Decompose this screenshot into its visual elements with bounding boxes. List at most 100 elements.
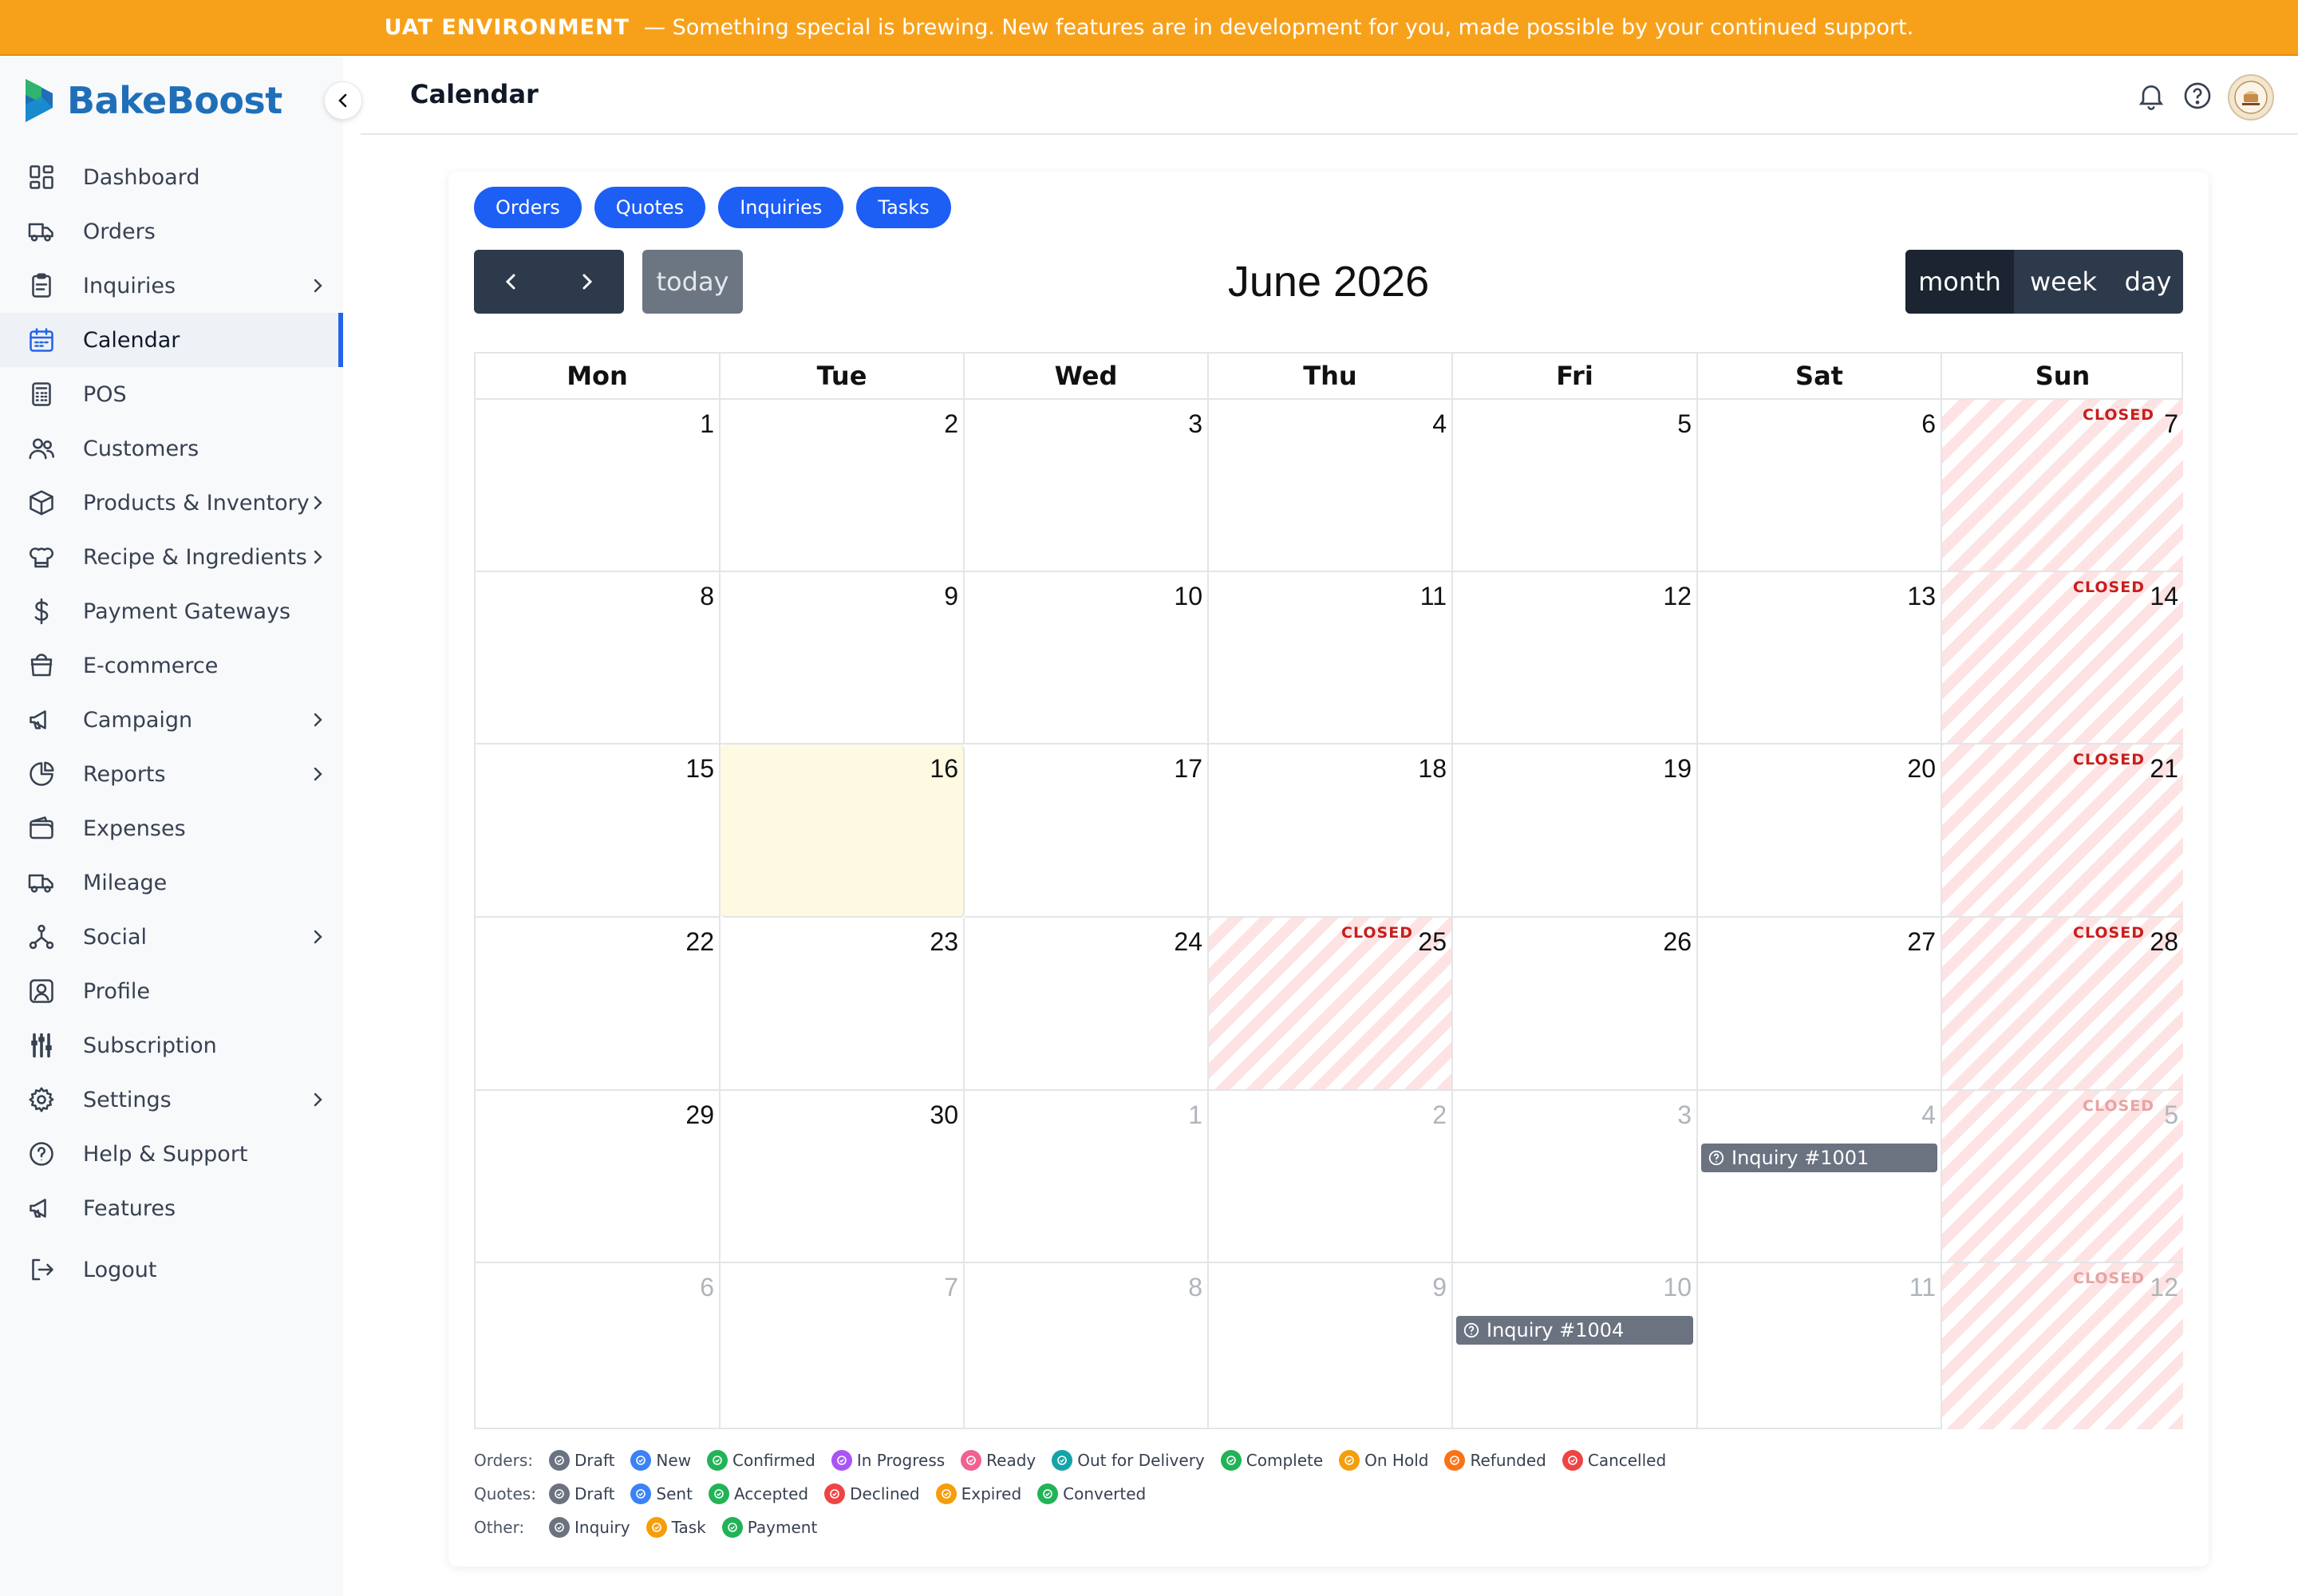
filter-chip-tasks[interactable]: Tasks xyxy=(856,187,951,228)
day-number[interactable]: 12 xyxy=(2150,1273,2178,1302)
day-cell[interactable]: 30 xyxy=(721,1091,965,1263)
day-cell[interactable]: 4 Inquiry #1001 xyxy=(1698,1091,1942,1263)
day-number[interactable]: 16 xyxy=(930,754,958,784)
view-week-button[interactable]: week xyxy=(2014,250,2113,314)
day-cell[interactable]: 7 CLOSED xyxy=(1942,400,2183,572)
day-number[interactable]: 15 xyxy=(685,754,714,784)
day-number[interactable]: 8 xyxy=(1188,1273,1202,1302)
sidebar-item-reports[interactable]: Reports xyxy=(0,747,343,801)
day-cell[interactable]: 17 xyxy=(965,745,1209,918)
day-cell[interactable]: 10 xyxy=(965,572,1209,745)
day-cell[interactable]: 23 xyxy=(721,918,965,1091)
calendar-event[interactable]: Inquiry #1001 xyxy=(1701,1144,1937,1172)
calendar-event[interactable]: Inquiry #1004 xyxy=(1456,1316,1693,1345)
filter-chip-inquiries[interactable]: Inquiries xyxy=(718,187,844,228)
sidebar-item-expenses[interactable]: Expenses xyxy=(0,801,343,855)
day-number[interactable]: 26 xyxy=(1663,927,1692,957)
collapse-sidebar-button[interactable] xyxy=(324,81,362,120)
sidebar-item-profile[interactable]: Profile xyxy=(0,964,343,1018)
day-cell[interactable]: 8 xyxy=(476,572,721,745)
day-number[interactable]: 10 xyxy=(1663,1273,1692,1302)
day-number[interactable]: 11 xyxy=(1909,1273,1936,1302)
today-button[interactable]: today xyxy=(642,250,743,314)
day-cell[interactable]: 25 CLOSED xyxy=(1209,918,1453,1091)
day-number[interactable]: 6 xyxy=(700,1273,714,1302)
day-cell[interactable]: 22 xyxy=(476,918,721,1091)
day-number[interactable]: 20 xyxy=(1907,754,1936,784)
day-cell[interactable]: 9 xyxy=(1209,1263,1453,1429)
day-cell[interactable]: 7 xyxy=(721,1263,965,1429)
day-number[interactable]: 14 xyxy=(2150,582,2178,611)
sidebar-item-campaign[interactable]: Campaign xyxy=(0,693,343,747)
sidebar-item-calendar[interactable]: Calendar xyxy=(0,313,343,367)
day-cell[interactable]: 28 CLOSED xyxy=(1942,918,2183,1091)
day-cell[interactable]: 27 xyxy=(1698,918,1942,1091)
sidebar-item-mileage[interactable]: Mileage xyxy=(0,855,343,910)
day-number[interactable]: 8 xyxy=(700,582,714,611)
filter-chip-quotes[interactable]: Quotes xyxy=(594,187,706,228)
day-number[interactable]: 19 xyxy=(1663,754,1692,784)
day-cell[interactable]: 1 xyxy=(476,400,721,572)
day-number[interactable]: 28 xyxy=(2150,927,2178,957)
day-cell[interactable]: 13 xyxy=(1698,572,1942,745)
day-number[interactable]: 30 xyxy=(930,1100,958,1130)
day-number[interactable]: 4 xyxy=(1432,409,1447,439)
view-day-button[interactable]: day xyxy=(2113,250,2183,314)
day-cell[interactable]: 20 xyxy=(1698,745,1942,918)
day-cell[interactable]: 11 xyxy=(1698,1263,1942,1429)
day-number[interactable]: 12 xyxy=(1663,582,1692,611)
day-number[interactable]: 1 xyxy=(700,409,714,439)
day-number[interactable]: 29 xyxy=(685,1100,714,1130)
help-icon[interactable] xyxy=(2182,80,2213,115)
sidebar-item-orders[interactable]: Orders xyxy=(0,204,343,259)
day-cell[interactable]: 21 CLOSED xyxy=(1942,745,2183,918)
day-number[interactable]: 4 xyxy=(1921,1100,1936,1130)
day-cell[interactable]: 10 Inquiry #1004 xyxy=(1453,1263,1698,1429)
day-number[interactable]: 25 xyxy=(1418,927,1447,957)
day-cell[interactable]: 6 xyxy=(476,1263,721,1429)
sidebar-item-customers[interactable]: Customers xyxy=(0,421,343,476)
day-cell[interactable]: 14 CLOSED xyxy=(1942,572,2183,745)
day-number[interactable]: 5 xyxy=(2164,1100,2178,1130)
day-cell[interactable]: 3 xyxy=(1453,1091,1698,1263)
day-number[interactable]: 2 xyxy=(944,409,958,439)
day-cell[interactable]: 4 xyxy=(1209,400,1453,572)
sidebar-item-settings[interactable]: Settings xyxy=(0,1073,343,1127)
day-number[interactable]: 7 xyxy=(2164,409,2178,439)
day-cell[interactable]: 8 xyxy=(965,1263,1209,1429)
next-month-button[interactable] xyxy=(549,250,624,314)
day-number[interactable]: 7 xyxy=(944,1273,958,1302)
day-number[interactable]: 17 xyxy=(1174,754,1202,784)
day-number[interactable]: 10 xyxy=(1174,582,1202,611)
sidebar-item-features[interactable]: Features xyxy=(0,1181,343,1235)
sidebar-item-recipe-and-ingredients[interactable]: Recipe & Ingredients xyxy=(0,530,343,584)
day-cell[interactable]: 9 xyxy=(721,572,965,745)
day-cell[interactable]: 18 xyxy=(1209,745,1453,918)
day-cell[interactable]: 12 xyxy=(1453,572,1698,745)
day-number[interactable]: 22 xyxy=(685,927,714,957)
day-number[interactable]: 9 xyxy=(1432,1273,1447,1302)
day-number[interactable]: 13 xyxy=(1907,582,1936,611)
day-number[interactable]: 2 xyxy=(1432,1100,1447,1130)
day-cell[interactable]: 3 xyxy=(965,400,1209,572)
day-cell[interactable]: 24 xyxy=(965,918,1209,1091)
day-cell[interactable]: 19 xyxy=(1453,745,1698,918)
day-cell[interactable]: 2 xyxy=(721,400,965,572)
day-number[interactable]: 18 xyxy=(1418,754,1447,784)
sidebar-item-help-and-support[interactable]: Help & Support xyxy=(0,1127,343,1181)
day-number[interactable]: 1 xyxy=(1188,1100,1202,1130)
avatar[interactable] xyxy=(2228,74,2274,120)
day-cell[interactable]: 15 xyxy=(476,745,721,918)
day-cell[interactable]: 6 xyxy=(1698,400,1942,572)
day-cell[interactable]: 29 xyxy=(476,1091,721,1263)
sidebar-item-payment-gateways[interactable]: Payment Gateways xyxy=(0,584,343,638)
prev-month-button[interactable] xyxy=(474,250,549,314)
sidebar-item-products-and-inventory[interactable]: Products & Inventory xyxy=(0,476,343,530)
day-cell[interactable]: 5 xyxy=(1453,400,1698,572)
sidebar-item-logout[interactable]: Logout xyxy=(0,1242,343,1297)
filter-chip-orders[interactable]: Orders xyxy=(474,187,582,228)
app-logo[interactable]: BakeBoost xyxy=(22,76,282,125)
day-cell[interactable]: 16 xyxy=(721,745,965,918)
day-number[interactable]: 21 xyxy=(2150,754,2178,784)
day-cell[interactable]: 11 xyxy=(1209,572,1453,745)
